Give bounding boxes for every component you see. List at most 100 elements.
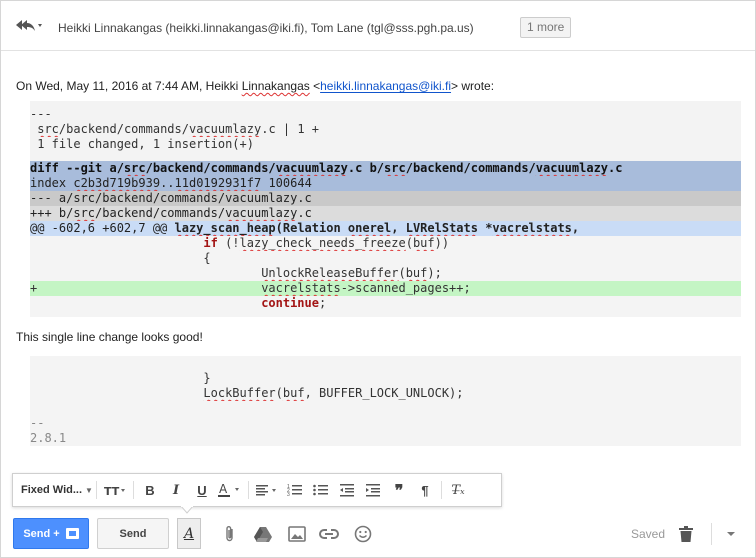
code-line: src/backend/commands/vacuumlazy.c | 1 + [30,122,741,137]
patch-block-2: } LockBuffer(buf, BUFFER_LOCK_UNLOCK); -… [30,356,741,446]
text-color-icon[interactable]: A [215,478,245,502]
code-text: /backend/commands/ [58,122,189,136]
toolbar-divider [133,481,134,499]
code-text: 100644 [261,176,312,190]
code-text: src [37,122,59,136]
code-text: ); [427,266,442,280]
code-text: ( [405,236,413,250]
code-text: UnlockReleaseBuffer [261,266,399,280]
code-text: vacrelstats [492,221,572,235]
more-recipients-button[interactable]: 1 more [520,17,572,38]
code-text: .c b/ [347,161,385,175]
code-text: c2b3d719b939 [73,176,161,190]
bold-icon[interactable]: B [137,478,163,502]
code-text: buf [282,386,305,400]
code-text: LVRelStats [405,221,478,235]
underline-icon[interactable]: U [189,478,215,502]
attach-file-icon[interactable] [219,523,241,545]
indent-more-icon[interactable] [360,478,386,502]
formatting-options-icon[interactable]: A [177,518,201,549]
toolbar-divider [441,481,442,499]
attribution-lt: < [309,79,321,93]
code-text: vacuumlazy [535,161,609,175]
font-family-label: Fixed Wid... [21,484,83,496]
paragraph-direction-icon[interactable]: ¶ [412,478,438,502]
code-text: * [477,221,493,235]
svg-text:3: 3 [287,492,290,497]
google-drive-icon[interactable] [252,523,274,545]
code-spacer [30,356,741,371]
compose-toolbar: Send + Send A Saved [1,511,755,557]
draft-saved-status: Saved [631,527,666,541]
more-options-icon[interactable] [720,523,742,545]
send-plus-button[interactable]: Send + [13,518,89,549]
code-text: /backend/commands/ [95,206,226,220]
code-text: diff --git a/ [30,161,124,175]
attribution-email-link[interactable]: heikki.linnakangas@iki.fi [320,79,451,93]
numbered-list-icon[interactable]: 123 [282,478,308,502]
code-text: src [384,161,406,175]
attribution-name-last: Linnakangas [241,79,310,93]
code-text: +++ b/ [30,206,74,220]
svg-text:A: A [219,482,228,496]
insert-link-icon[interactable] [318,523,340,545]
insert-photo-icon[interactable] [286,523,308,545]
code-text: src [73,206,96,220]
code-text: 11d0192931f7 [174,176,262,190]
code-text: lazy_scan_heap [174,221,276,235]
code-text: vacuumlazy [225,206,298,220]
code-text: (Relation [275,221,348,235]
code-text: ( [275,386,283,400]
formatting-toolbar: Fixed Wid... ▼ TT B I U A 123 ❞ ¶ T̶ₓ [12,473,502,507]
code-text: .c [297,206,312,220]
align-icon[interactable] [252,478,282,502]
code-line: } [30,371,741,386]
insert-emoji-icon[interactable] [352,523,374,545]
discard-draft-icon[interactable] [675,523,697,545]
remove-formatting-icon[interactable]: T̶ₓ [445,478,471,502]
code-text: ->scanned_pages++; [340,281,471,295]
code-text: .c [608,161,623,175]
send-button[interactable]: Send [97,518,169,549]
diff-context-line: continue; [30,296,741,311]
archive-icon [65,528,79,539]
attribution-prefix: On Wed, May 11, 2016 at 7:44 AM, [16,79,206,93]
quote-icon[interactable]: ❞ [386,478,412,502]
toolbar-divider [711,523,712,545]
code-text: , [391,221,406,235]
svg-text:TT: TT [104,485,120,497]
diff-added-line: + vacrelstats->scanned_pages++; [30,281,741,296]
diff-index-line: index c2b3d719b939..11d0192931f7 100644 [30,176,741,191]
diff-context-line: if (!lazy_check_needs_freeze(buf)) [30,236,741,251]
italic-icon[interactable]: I [163,478,189,502]
diff-new-file-line: +++ b/src/backend/commands/vacuumlazy.c [30,206,741,221]
diff-hunk-line: @@ -602,6 +602,7 @@ lazy_scan_heap(Relat… [30,221,741,236]
code-text: onerel [347,221,392,235]
diff-context-line: { [30,251,741,266]
code-text: )) [434,236,450,250]
code-text: vacuumlazy [188,122,262,136]
code-spacer [30,311,741,317]
signature-separator: -- [30,416,741,431]
bulleted-list-icon[interactable] [308,478,334,502]
compose-window: Heikki Linnakangas (heikki.linnakangas@i… [0,0,756,558]
indent-less-icon[interactable] [334,478,360,502]
toolbar-divider [96,481,97,499]
code-line: LockBuffer(buf, BUFFER_LOCK_UNLOCK); [30,386,741,401]
diff-old-file-line: --- a/src/backend/commands/vacuumlazy.c [30,191,741,206]
code-keyword: continue [261,296,319,310]
code-text: (! [217,236,240,250]
code-text: vacrelstats [261,281,341,295]
code-text: LockBuffer [203,386,276,400]
code-text: index [30,176,74,190]
diff-header-line: diff --git a/src/backend/commands/vacuum… [30,161,741,176]
reply-all-icon[interactable] [13,15,43,35]
font-size-icon[interactable]: TT [100,478,130,502]
recipients-summary[interactable]: Heikki Linnakangas (heikki.linnakangas@i… [58,21,474,35]
quote-attribution: On Wed, May 11, 2016 at 7:44 AM, Heikki … [16,79,494,93]
code-text: buf [412,236,435,250]
reply-message-text[interactable]: This single line change looks good! [16,330,203,344]
font-family-select[interactable]: Fixed Wid... ▼ [13,478,93,502]
